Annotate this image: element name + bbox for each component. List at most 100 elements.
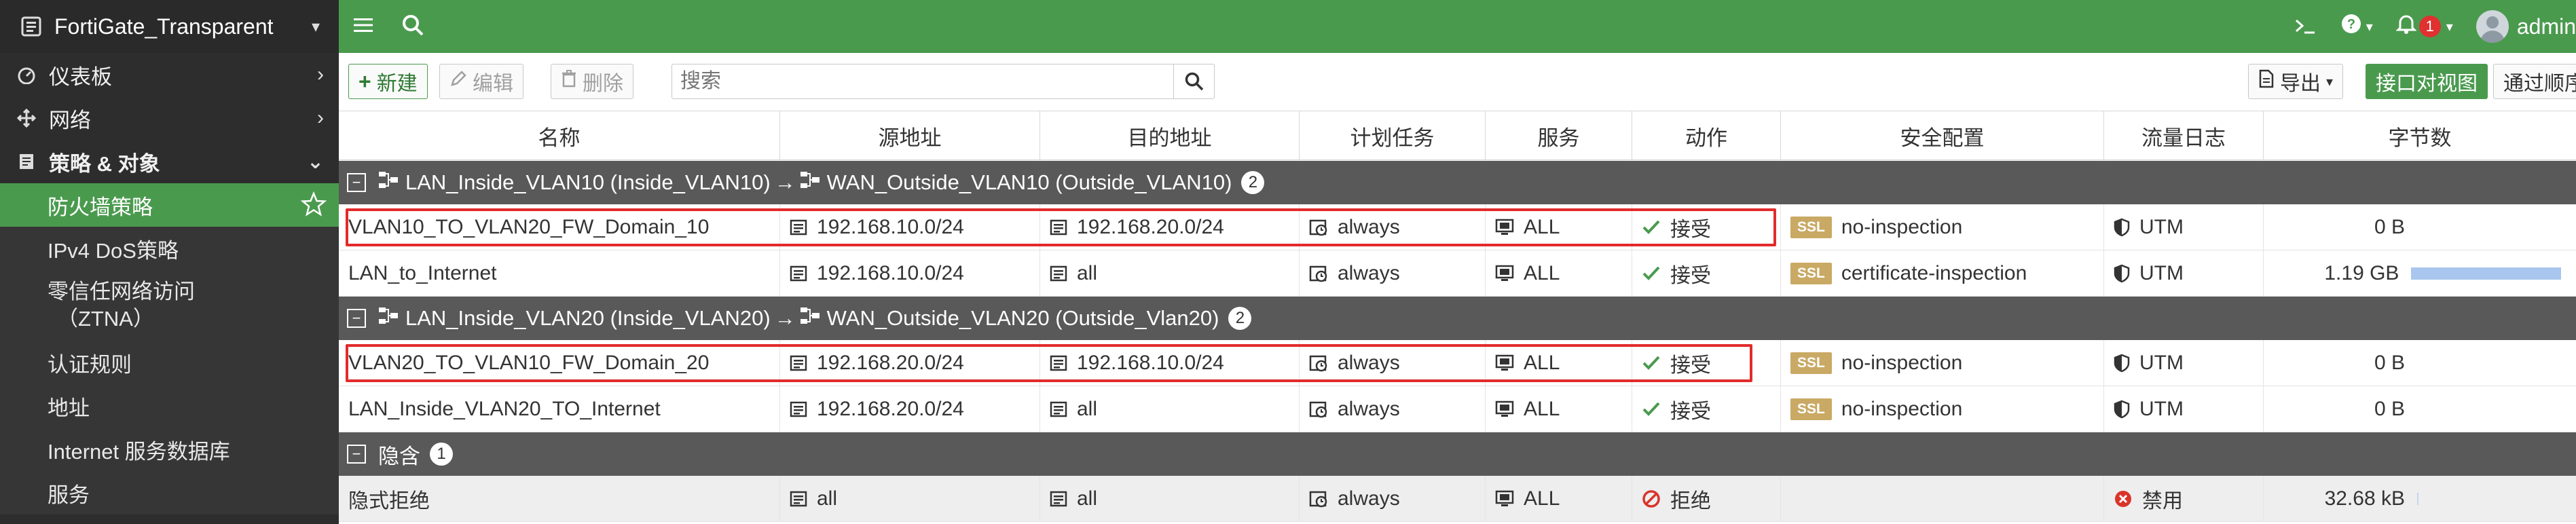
action-cell: 接受 [1632, 340, 1781, 386]
column-header-destination[interactable]: 目的地址 [1040, 111, 1300, 160]
bytes-cell: 0 B [2264, 386, 2576, 432]
delete-button-label: 删除 [583, 73, 623, 95]
address-icon [790, 354, 807, 372]
table-row[interactable]: VLAN10_TO_VLAN20_FW_Domain_10 192.168.10… [339, 204, 2576, 250]
table-row[interactable]: 隐式拒绝 all all always ALL 拒绝 禁用 32.68 kB [339, 476, 2576, 522]
help-menu[interactable]: ? ▾ [2340, 13, 2373, 40]
ssl-profile: certificate-inspection [1841, 262, 2027, 284]
sidebar-item-dashboard[interactable]: 仪表板 › [0, 53, 339, 96]
column-header-log[interactable]: 流量日志 [2104, 111, 2264, 160]
bytes-value: 1.19 GB [2324, 262, 2399, 284]
policy-name: VLAN20_TO_VLAN10_FW_Domain_20 [339, 340, 780, 386]
table-row[interactable]: VLAN20_TO_VLAN10_FW_Domain_20 192.168.20… [339, 340, 2576, 386]
collapse-icon[interactable]: − [347, 445, 366, 464]
shield-icon [2114, 354, 2130, 373]
service-cell: ALL [1486, 386, 1632, 432]
source-cell: 192.168.20.0/24 [780, 340, 1040, 386]
bytes-bar [2417, 493, 2418, 505]
chevron-right-icon: › [317, 63, 324, 86]
search-button[interactable] [1173, 64, 1214, 98]
new-button-label: 新建 [376, 73, 418, 95]
group-destination-interface: WAN_Outside_VLAN20 (Outside_Vlan20) [826, 306, 1219, 330]
sidebar-item-auth-rules[interactable]: 认证规则 [0, 341, 339, 384]
group-label: 隐含 [378, 444, 420, 468]
search-input[interactable] [672, 65, 1174, 98]
schedule-value: always [1338, 487, 1400, 510]
column-header-name[interactable]: 名称 [339, 111, 780, 160]
sidebar-item-firewall-policy[interactable]: 防火墙策略 [0, 183, 339, 227]
address-icon [790, 219, 807, 236]
ssl-profile: no-inspection [1841, 398, 1963, 420]
delete-button[interactable]: 删除 [551, 64, 633, 99]
service-icon [1495, 219, 1514, 236]
star-icon[interactable] [300, 191, 327, 223]
chevron-down-icon: ▾ [2446, 19, 2453, 35]
column-header-schedule[interactable]: 计划任务 [1300, 111, 1486, 160]
log-value: UTM [2139, 398, 2184, 420]
trash-icon [561, 70, 577, 93]
service-icon [1495, 354, 1514, 372]
destination-cell: all [1040, 476, 1300, 522]
policy-name: 隐式拒绝 [339, 476, 780, 522]
service-icon [1495, 490, 1514, 508]
policy-group-header[interactable]: − LAN_Inside_VLAN10 (Inside_VLAN10) → WA… [339, 161, 2576, 204]
group-count-badge: 1 [430, 443, 453, 466]
sidebar-item-ztna[interactable]: 零信任网络访问 （ZTNA） [0, 270, 339, 341]
column-header-service[interactable]: 服务 [1486, 111, 1632, 160]
log-cell: UTM [2104, 386, 2264, 432]
action-value: 接受 [1670, 400, 1711, 423]
service-cell: ALL [1486, 204, 1632, 250]
bytes-cell: 32.68 kB [2264, 476, 2576, 522]
column-header-action[interactable]: 动作 [1632, 111, 1781, 160]
table-row[interactable]: LAN_to_Internet 192.168.10.0/24 all alwa… [339, 250, 2576, 297]
service-icon [1495, 265, 1514, 282]
edit-button[interactable]: 编辑 [439, 64, 523, 99]
schedule-icon [1309, 400, 1328, 419]
menu-icon[interactable] [352, 14, 374, 39]
bytes-cell: 0 B [2264, 340, 2576, 386]
sequence-view-button[interactable]: 通过顺序 [2493, 64, 2576, 99]
sidebar-item-label: IPv4 DoS策略 [48, 238, 179, 263]
sidebar-item-policy-objects[interactable]: 策略 & 对象 ⌄ [0, 140, 339, 183]
action-value: 接受 [1670, 265, 1711, 287]
action-cell: 接受 [1632, 204, 1781, 250]
collapse-icon[interactable]: − [347, 173, 366, 192]
sidebar-item-dos-policy[interactable]: IPv4 DoS策略 [0, 227, 339, 270]
service-icon [1495, 400, 1514, 418]
notifications-menu[interactable]: 1 ▾ [2395, 13, 2453, 40]
column-header-source[interactable]: 源地址 [780, 111, 1040, 160]
column-header-bytes[interactable]: 字节数 [2264, 111, 2576, 160]
interface-pair-view-button[interactable]: 接口对视图 [2366, 64, 2488, 99]
address-icon [1050, 265, 1067, 282]
log-value: UTM [2139, 352, 2184, 374]
policy-group-header[interactable]: − LAN_Inside_VLAN20 (Inside_VLAN20) → WA… [339, 297, 2576, 340]
interface-icon [378, 306, 399, 331]
policy-group-header[interactable]: − 隐含 1 [339, 432, 2576, 476]
user-menu[interactable]: admin [2476, 10, 2576, 43]
bytes-value: 0 B [2374, 398, 2405, 420]
destination-cell: all [1040, 250, 1300, 297]
column-header-security-profiles[interactable]: 安全配置 [1781, 111, 2104, 160]
interface-icon [378, 170, 399, 195]
policy-table: 名称 源地址 目的地址 计划任务 服务 动作 安全配置 流量日志 字节数 − L… [339, 111, 2576, 524]
schedule-cell: always [1300, 250, 1486, 297]
sidebar-item-addresses[interactable]: 地址 [0, 384, 339, 428]
plus-icon: + [358, 69, 371, 94]
sidebar-item-services[interactable]: 服务 [0, 471, 339, 514]
sidebar-item-network[interactable]: 网络 › [0, 96, 339, 140]
sidebar-item-label: 仪表板 [49, 64, 112, 89]
export-button[interactable]: 导出 ▾ [2248, 64, 2344, 99]
source-cell: 192.168.10.0/24 [780, 204, 1040, 250]
search-icon[interactable] [401, 14, 424, 40]
source-address: 192.168.10.0/24 [817, 262, 964, 284]
schedule-cell: always [1300, 340, 1486, 386]
sidebar-item-internet-service-db[interactable]: Internet 服务数据库 [0, 428, 339, 471]
collapse-icon[interactable]: − [347, 309, 366, 328]
schedule-icon [1309, 218, 1328, 237]
new-button[interactable]: + 新建 [348, 64, 428, 99]
interface-pair-view-label: 接口对视图 [2376, 73, 2478, 95]
table-row[interactable]: LAN_Inside_VLAN20_TO_Internet 192.168.20… [339, 386, 2576, 432]
device-selector[interactable]: FortiGate_Transparent ▾ [0, 0, 339, 53]
cli-console-icon[interactable] [2294, 16, 2317, 37]
action-cell: 接受 [1632, 386, 1781, 432]
